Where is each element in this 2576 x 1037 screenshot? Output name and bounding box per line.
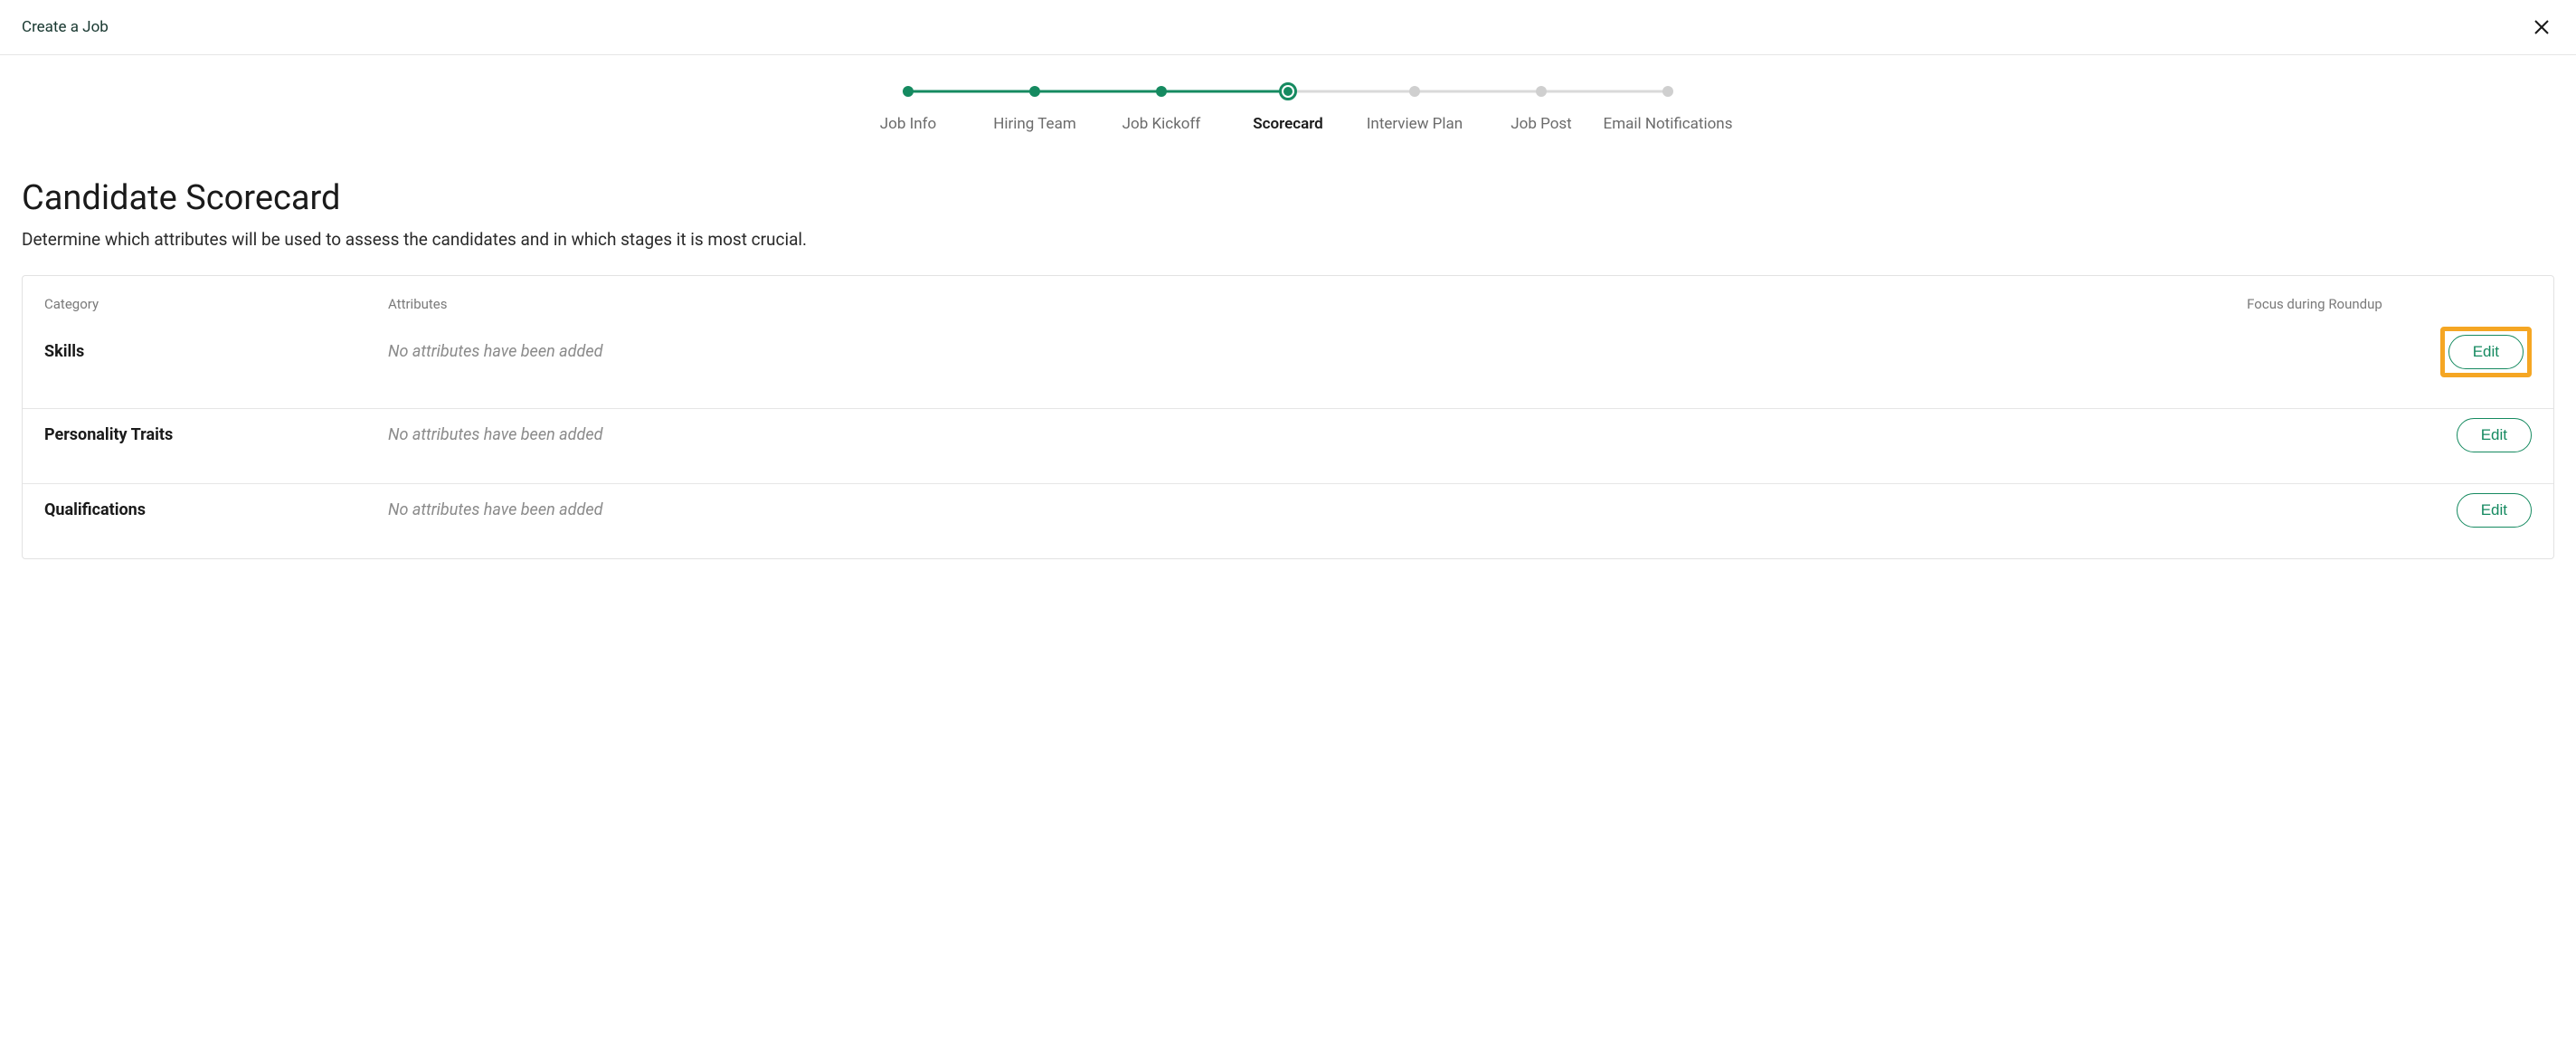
main-content: Candidate Scorecard Determine which attr… [0,142,2576,559]
table-row: QualificationsNo attributes have been ad… [23,484,2553,558]
page-subtitle: Determine which attributes will be used … [22,229,2554,250]
step-connector [1035,90,1161,93]
close-button[interactable] [2529,14,2554,40]
edit-button[interactable]: Edit [2457,493,2532,528]
highlight-box: Edit [2440,327,2532,377]
step-label: Scorecard [1253,115,1323,133]
step-email-notifications[interactable]: Email Notifications [1605,82,1731,133]
col-header-focus: Focus during Roundup [2224,296,2405,314]
table-row: Personality TraitsNo attributes have bee… [23,409,2553,484]
topbar: Create a Job [0,0,2576,55]
col-header-attributes: Attributes [388,296,2224,312]
table-header: CategoryAttributesFocus during Roundup [23,276,2553,323]
step-dot [1279,82,1297,100]
table-row: SkillsNo attributes have been added Edit [23,323,2553,408]
row-attributes: No attributes have been added [388,500,2224,519]
scorecard-table: CategoryAttributesFocus during RoundupSk… [22,275,2554,559]
row-attributes: No attributes have been added [388,425,2224,444]
step-dot [1662,86,1673,97]
col-header-category: Category [44,296,388,312]
step-connector [1161,90,1288,93]
step-dot [1029,86,1040,97]
row-actions: Edit [2405,418,2532,452]
row-category: Skills [44,342,388,361]
page-title: Candidate Scorecard [22,178,2554,218]
edit-button[interactable]: Edit [2457,418,2532,452]
row-attributes: No attributes have been added [388,342,2224,361]
stepper: Job Info Hiring Team Job Kickoff Scorecard I… [0,55,2576,142]
row-actions: Edit [2405,327,2532,377]
row-actions: Edit [2405,493,2532,528]
step-connector [1415,90,1541,93]
step-dot [1536,86,1547,97]
step-dot-wrap [1605,82,1731,100]
step-label: Job Info [880,115,936,133]
step-label: Interview Plan [1367,115,1463,133]
table-section: CategoryAttributesFocus during RoundupSk… [23,276,2553,409]
step-connector [1541,90,1668,93]
step-label: Hiring Team [993,115,1075,133]
step-label: Email Notifications [1604,115,1733,133]
step-dot [1156,86,1167,97]
step-label: Job Post [1511,115,1572,133]
step-label: Job Kickoff [1122,115,1201,133]
step-dot [903,86,914,97]
step-dot [1409,86,1420,97]
step-connector [1288,90,1415,93]
page-context-title: Create a Job [22,18,109,36]
row-category: Personality Traits [44,425,388,444]
step-connector [908,90,1035,93]
edit-button[interactable]: Edit [2448,335,2524,369]
close-icon [2533,18,2551,36]
row-category: Qualifications [44,500,388,519]
